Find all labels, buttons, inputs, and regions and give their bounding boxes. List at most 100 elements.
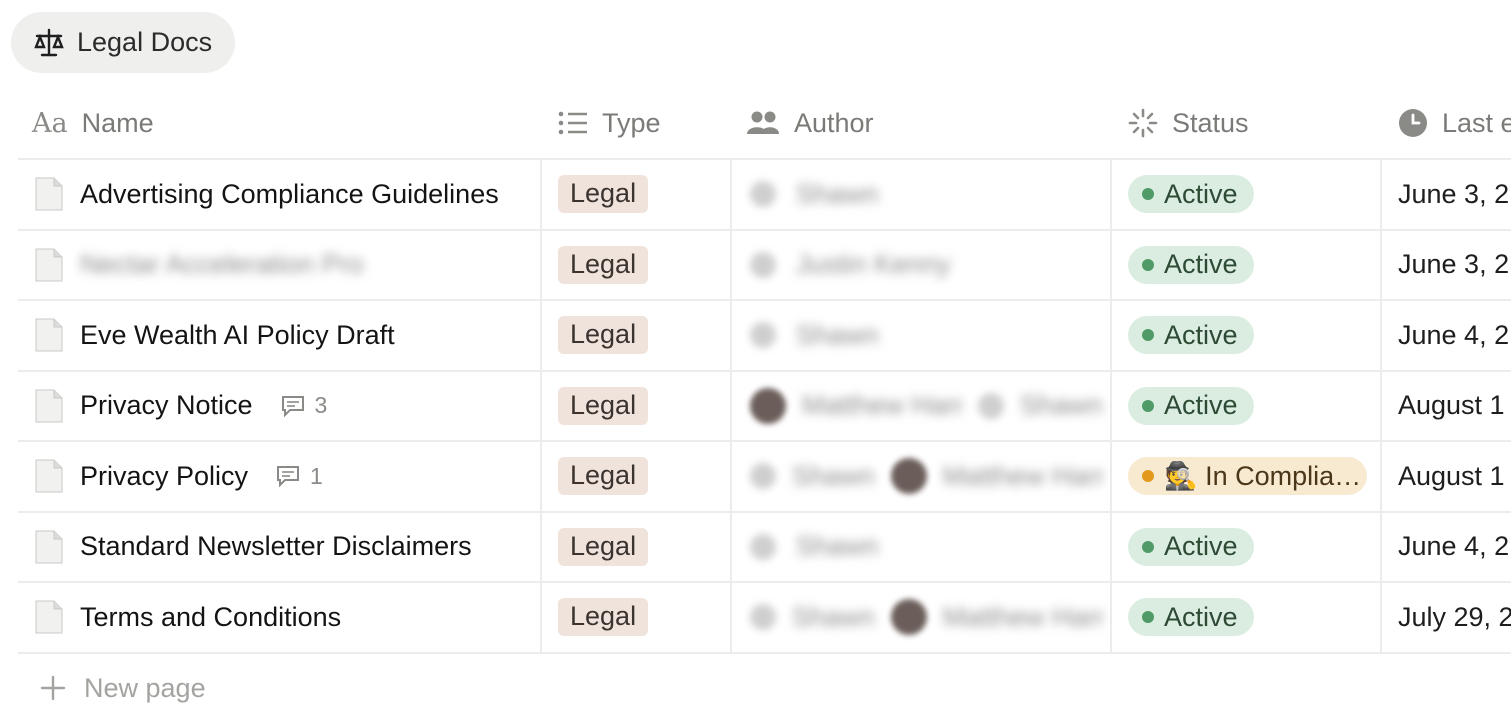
column-header-last-edited[interactable]: Last e — [1398, 88, 1511, 158]
type-cell[interactable]: Legal — [558, 372, 649, 440]
comment-icon — [277, 466, 300, 487]
type-tag: Legal — [558, 245, 649, 284]
table-header: Aa Name Type Author Status Last e — [18, 88, 1511, 160]
author-name: Shawn — [792, 460, 875, 491]
status-label: Active — [1164, 531, 1238, 561]
name-cell[interactable]: Privacy Notice 3 — [34, 372, 327, 440]
author-cell[interactable]: Matthew Harr Shawn — [750, 372, 1103, 440]
author-name: Matthew Harr — [942, 601, 1103, 632]
column-header-name[interactable]: Aa Name — [32, 88, 154, 158]
comment-count-label: 1 — [310, 462, 323, 489]
status-cell[interactable]: Active — [1128, 372, 1254, 440]
author-name: Shawn — [796, 319, 879, 350]
clock-icon — [1399, 109, 1427, 137]
author-name: Matthew Harr — [802, 390, 962, 420]
avatar — [750, 251, 776, 278]
view-tab-legal-docs[interactable]: Legal Docs — [11, 12, 235, 73]
type-cell[interactable]: Legal — [558, 231, 649, 299]
status-badge: Active — [1128, 245, 1254, 284]
document-icon — [35, 459, 63, 493]
database-table: Aa Name Type Author Status Last e Advert… — [18, 88, 1511, 654]
name-cell[interactable]: Advertising Compliance Guidelines — [34, 160, 499, 228]
author-name: Shawn — [796, 531, 879, 561]
name-cell[interactable]: Privacy Policy 1 — [34, 442, 323, 510]
status-cell[interactable]: Active — [1128, 231, 1254, 299]
type-cell[interactable]: Legal — [558, 160, 649, 228]
type-cell[interactable]: Legal — [558, 583, 649, 651]
name-cell[interactable]: Eve Wealth AI Policy Draft — [34, 301, 395, 369]
avatar — [890, 599, 927, 635]
status-badge: Active — [1128, 598, 1254, 636]
type-tag: Legal — [558, 598, 649, 636]
status-label: Active — [1164, 319, 1238, 350]
name-cell[interactable]: Standard Newsletter Disclaimers — [34, 513, 472, 581]
status-cell[interactable]: Active — [1128, 513, 1254, 581]
page-title: Privacy Notice — [80, 390, 253, 420]
people-icon — [747, 111, 779, 134]
avatar — [750, 322, 776, 348]
type-cell[interactable]: Legal — [558, 513, 649, 581]
column-header-label: Author — [794, 107, 874, 138]
author-cell[interactable]: Shawn — [750, 513, 879, 581]
comment-count[interactable]: 1 — [276, 463, 323, 490]
author-cell[interactable]: Shawn Matthew Harr — [750, 583, 1103, 651]
table-row[interactable]: Terms and Conditions Legal Shawn Matthew… — [18, 583, 1511, 654]
status-label: Active — [1164, 390, 1238, 420]
column-header-label: Status — [1172, 107, 1249, 138]
new-page-label: New page — [84, 672, 206, 703]
column-header-status[interactable]: Status — [1128, 88, 1249, 158]
status-badge: Active — [1128, 527, 1254, 566]
status-dot — [1142, 258, 1154, 271]
column-header-author[interactable]: Author — [746, 88, 874, 158]
avatar — [750, 181, 776, 207]
author-cell[interactable]: Justin Kenny — [750, 231, 951, 299]
page-title: Terms and Conditions — [80, 601, 342, 632]
status-dot — [1142, 470, 1154, 482]
type-cell[interactable]: Legal — [558, 442, 649, 510]
status-cell[interactable]: Active — [1128, 160, 1254, 228]
table-row[interactable]: Privacy Notice 3 Legal Matthew Harr Shaw… — [18, 372, 1511, 442]
column-header-type[interactable]: Type — [558, 88, 661, 158]
author-name: Shawn — [1020, 390, 1103, 420]
status-dot — [1142, 399, 1154, 412]
table-row[interactable]: Privacy Policy 1 Legal Shawn Matthew Har… — [18, 442, 1511, 513]
new-page-button[interactable]: New page — [40, 668, 206, 708]
author-cell[interactable]: Shawn — [750, 301, 879, 369]
status-cell[interactable]: Active — [1128, 301, 1254, 369]
document-icon — [35, 600, 63, 634]
last-edited-cell: June 4, 2 — [1398, 319, 1510, 350]
column-header-label: Last e — [1442, 107, 1511, 138]
status-cell[interactable]: 🕵 In Complia… — [1128, 442, 1367, 510]
name-cell[interactable]: Terms and Conditions — [34, 583, 341, 651]
author-cell[interactable]: Shawn — [750, 160, 879, 228]
page-title: Standard Newsletter Disclaimers — [80, 531, 472, 561]
status-spinner-icon — [1128, 108, 1158, 138]
type-cell[interactable]: Legal — [558, 301, 649, 369]
column-header-label: Name — [81, 107, 154, 138]
table-row[interactable]: Standard Newsletter Disclaimers Legal Sh… — [18, 513, 1511, 583]
name-cell[interactable]: Nectar Acceleration Pro — [34, 231, 364, 299]
page-title: Nectar Acceleration Pro — [80, 249, 364, 279]
last-edited-cell: August 1 — [1398, 460, 1505, 491]
author-name: Justin Kenny — [796, 249, 951, 279]
plus-icon — [40, 675, 66, 701]
last-edited-cell: July 29, 2 — [1398, 601, 1511, 632]
avatar — [750, 604, 776, 630]
table-row[interactable]: Eve Wealth AI Policy Draft Legal Shawn A… — [18, 301, 1511, 372]
status-cell[interactable]: Active — [1128, 583, 1254, 651]
author-cell[interactable]: Shawn Matthew Harr — [750, 442, 1103, 510]
status-label: Active — [1164, 601, 1238, 632]
comment-count[interactable]: 3 — [281, 392, 327, 419]
table-row[interactable]: Nectar Acceleration Pro Legal Justin Ken… — [18, 231, 1511, 301]
document-icon — [35, 318, 63, 352]
avatar — [750, 533, 776, 560]
page-title: Privacy Policy — [80, 460, 249, 491]
status-dot — [1142, 611, 1154, 623]
status-dot — [1142, 329, 1154, 341]
status-badge: Active — [1128, 175, 1254, 213]
page-title: Advertising Compliance Guidelines — [80, 178, 499, 209]
table-row[interactable]: Advertising Compliance Guidelines Legal … — [18, 160, 1511, 231]
document-icon — [35, 389, 63, 422]
column-header-label: Type — [602, 107, 661, 138]
type-tag: Legal — [558, 175, 649, 213]
